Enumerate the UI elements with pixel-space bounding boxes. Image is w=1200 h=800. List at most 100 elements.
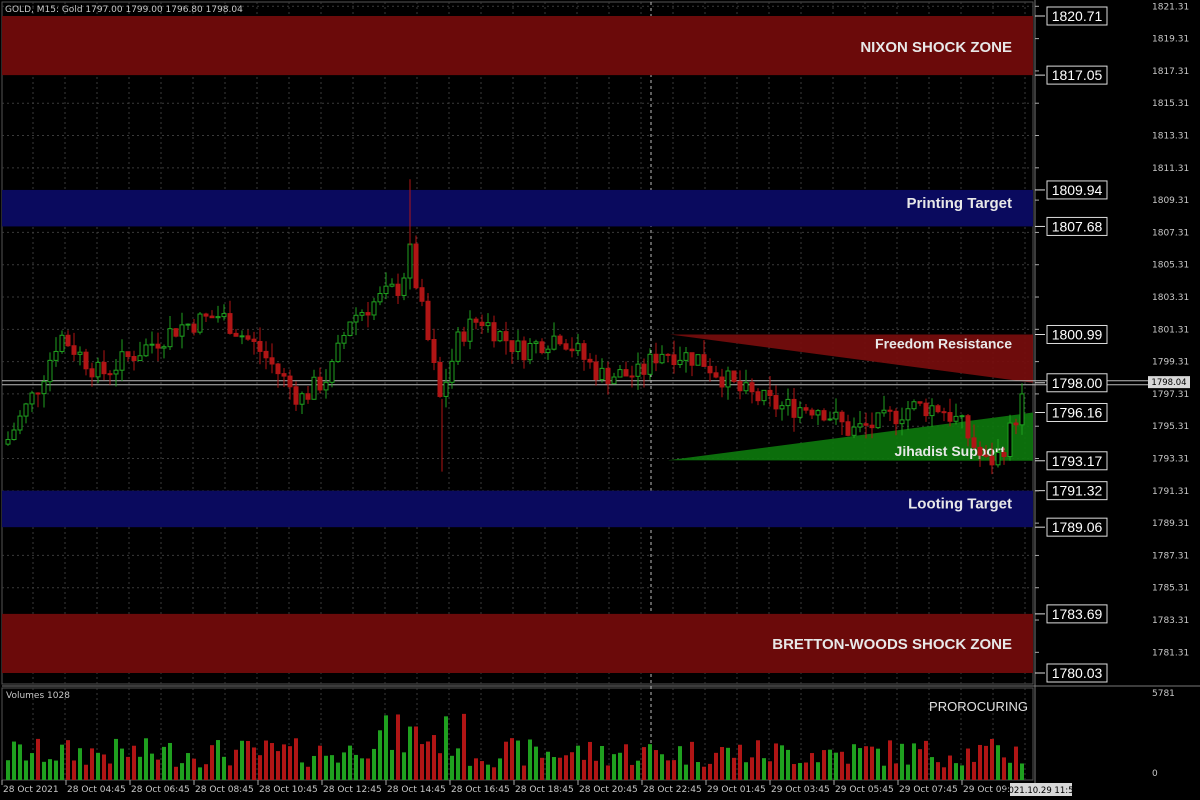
candle-body — [377, 293, 383, 303]
candle-body — [617, 369, 623, 378]
candle-body — [917, 401, 923, 404]
candle-body — [305, 393, 311, 400]
candle-body — [59, 334, 65, 352]
volume-bar — [822, 750, 826, 780]
y-tick-label: 1813.31 — [1152, 132, 1189, 142]
volume-bar — [840, 751, 844, 780]
candle-body — [119, 351, 125, 371]
candle-body — [143, 344, 149, 357]
volume-bar — [474, 758, 478, 780]
candle-body — [977, 446, 983, 456]
zone-label: Printing Target — [906, 195, 1012, 212]
x-tick-label: 28 Oct 2021 — [3, 785, 59, 795]
volume-bar — [24, 760, 28, 780]
candle-body — [437, 361, 443, 397]
candle-body — [527, 342, 533, 361]
volume-bar — [846, 763, 850, 780]
candle-body — [95, 361, 101, 378]
volume-bar — [654, 750, 658, 780]
candle-body — [557, 335, 563, 345]
volume-bar — [204, 764, 208, 780]
candle-body — [125, 351, 131, 358]
price-label-text: 1807.68 — [1052, 218, 1103, 234]
x-tick-label: 29 Oct 05:45 — [835, 785, 894, 795]
volume-bar — [252, 747, 256, 780]
candle-body — [461, 331, 467, 342]
candle-body — [941, 411, 947, 414]
x-tick-label: 28 Oct 16:45 — [451, 785, 510, 795]
candle-body — [77, 351, 83, 355]
volume-bar — [294, 738, 298, 780]
candle-body — [887, 409, 893, 412]
volume-bar — [402, 752, 406, 780]
volume-bar — [198, 767, 202, 780]
candle-body — [851, 426, 857, 436]
volume-bar — [960, 765, 964, 780]
y-tick-label: 1803.31 — [1152, 293, 1189, 303]
candle-body — [209, 315, 215, 319]
volume-bar — [810, 753, 814, 780]
volume-bar — [882, 765, 886, 780]
candle-body — [749, 382, 755, 393]
volumes — [6, 713, 1024, 780]
y-tick-label: 1797.31 — [1152, 390, 1189, 400]
y-tick-label: 1791.31 — [1152, 487, 1189, 497]
volume-bar — [66, 740, 70, 780]
candle-body — [467, 318, 473, 342]
volume-bar — [888, 740, 892, 780]
chart-svg[interactable]: NIXON SHOCK ZONE Printing Target Looting T… — [0, 0, 1200, 800]
volume-bar — [804, 762, 808, 780]
volume-bar — [504, 741, 508, 780]
candle-body — [5, 439, 11, 445]
volume-bar — [678, 746, 682, 780]
y-tick-label: 1799.31 — [1152, 358, 1189, 368]
candle-body — [281, 373, 287, 377]
candle-body — [221, 313, 227, 318]
x-tick-label: 28 Oct 18:45 — [515, 785, 574, 795]
candle-body — [497, 331, 503, 342]
volume-bar — [342, 752, 346, 780]
volume-bar — [300, 762, 304, 780]
volume-bar — [996, 745, 1000, 780]
y-tick-label: 1819.31 — [1152, 35, 1189, 45]
volume-bar — [282, 744, 286, 780]
x-tick-label: 28 Oct 12:45 — [323, 785, 382, 795]
candle-body — [287, 375, 293, 388]
candle-body — [1007, 422, 1013, 458]
volume-bar — [708, 763, 712, 780]
volume-bar — [216, 740, 220, 780]
candle-body — [401, 277, 407, 296]
volume-bar — [744, 762, 748, 780]
y-tick-label: 1815.31 — [1152, 99, 1189, 109]
candle-body — [659, 353, 665, 364]
candle-body — [173, 328, 179, 337]
trading-chart[interactable]: NIXON SHOCK ZONE Printing Target Looting T… — [0, 0, 1200, 800]
volume-bar — [720, 747, 724, 780]
volume-bar — [540, 757, 544, 780]
y-tick-label: 1821.31 — [1152, 2, 1189, 12]
y-tick-label: 1783.31 — [1152, 616, 1189, 626]
candle-body — [971, 437, 977, 448]
candle-body — [581, 343, 587, 360]
volume-bar — [924, 740, 928, 780]
zone-label: NIXON SHOCK ZONE — [860, 39, 1012, 56]
volume-bar — [900, 743, 904, 780]
volume-bar — [798, 763, 802, 780]
chart-header: GOLD, M15: Gold 1797.00 1799.00 1796.80 … — [5, 5, 243, 15]
candle-body — [419, 287, 425, 302]
candle-body — [233, 332, 239, 337]
volume-bar — [432, 735, 436, 780]
volume-bar — [858, 748, 862, 780]
candle-body — [53, 350, 59, 361]
candle-body — [611, 376, 617, 385]
volume-bar — [108, 763, 112, 780]
price-label-text: 1809.94 — [1052, 182, 1103, 198]
candle-body — [365, 312, 371, 316]
candle-body — [23, 403, 29, 417]
price-label-text: 1817.05 — [1052, 67, 1103, 83]
volume-bar — [642, 747, 646, 780]
volume-bar — [330, 755, 334, 780]
x-tick-label: 28 Oct 14:45 — [387, 785, 446, 795]
candle-body — [923, 402, 929, 417]
candle-body — [131, 356, 137, 362]
